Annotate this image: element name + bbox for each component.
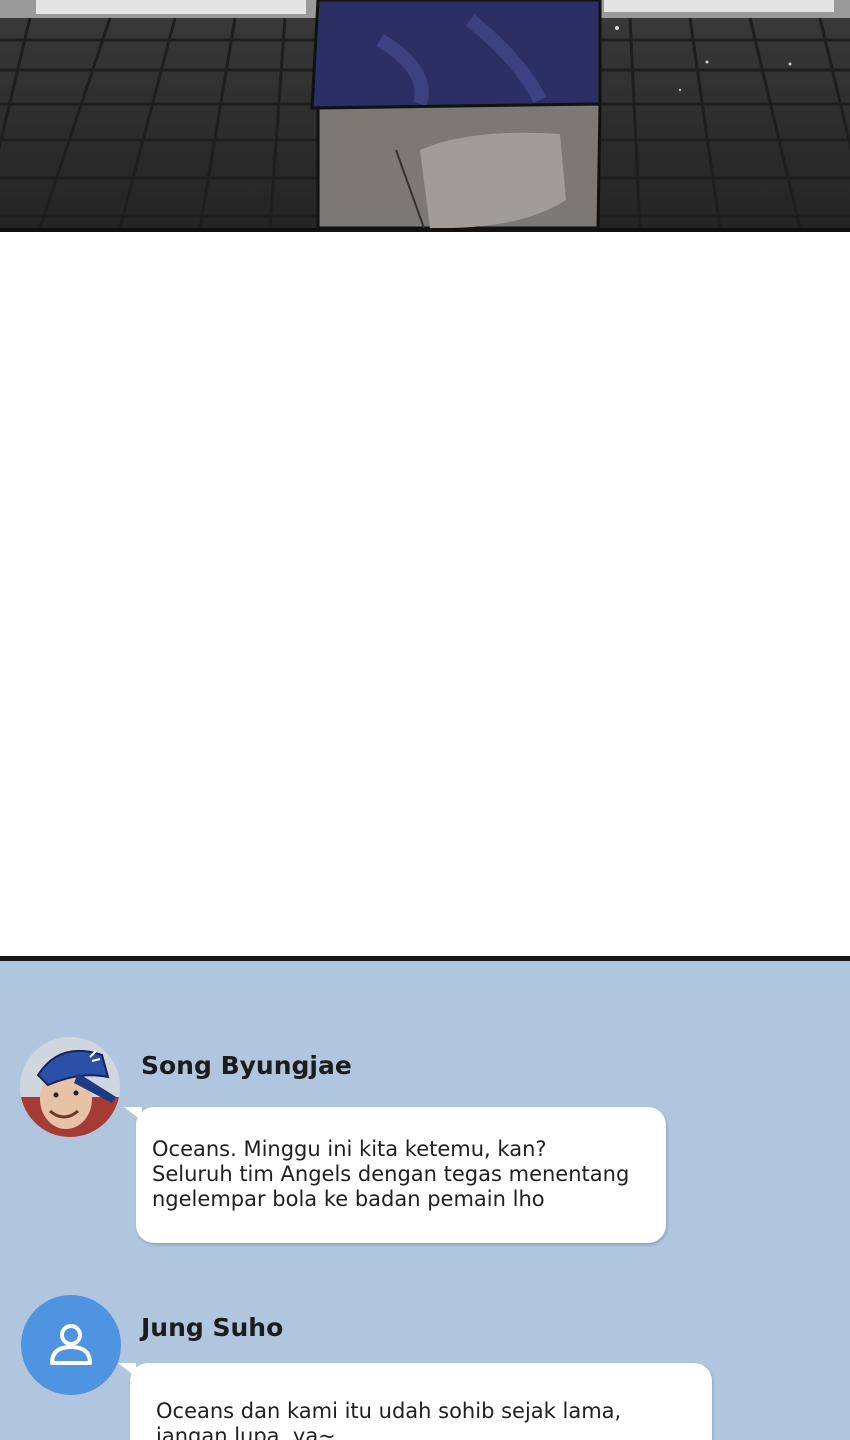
message-line: Oceans dan kami itu udah sohib sejak lam… <box>156 1399 622 1423</box>
profile-photo-blue-cap-icon <box>20 1037 120 1137</box>
bubble-tail <box>124 1107 142 1121</box>
message-line: jangan lupa, ya~ <box>156 1424 336 1440</box>
chat-panel: Song Byungjae Oceans. Minggu ini kita ke… <box>0 956 850 1440</box>
sparkle <box>705 60 709 64</box>
panel-gutter <box>0 232 850 956</box>
avatar-song-byungjae[interactable] <box>20 1037 120 1137</box>
message-text: Oceans. Minggu ini kita ketemu, kan? Sel… <box>152 1137 629 1212</box>
sparkle <box>788 62 792 66</box>
comic-illustration <box>0 0 850 228</box>
message-line: ngelempar bola ke badan pemain lho <box>152 1187 545 1211</box>
comic-panel <box>0 0 850 232</box>
sparkle <box>678 88 682 92</box>
window-right <box>604 0 834 12</box>
message-text: Oceans dan kami itu udah sohib sejak lam… <box>156 1399 621 1440</box>
avatar-jung-suho[interactable] <box>21 1295 121 1395</box>
message-line: Oceans. Minggu ini kita ketemu, kan? <box>152 1137 547 1161</box>
message-bubble: Oceans. Minggu ini kita ketemu, kan? Sel… <box>124 1107 666 1243</box>
sender-name: Jung Suho <box>141 1313 284 1342</box>
sender-name: Song Byungjae <box>141 1051 352 1080</box>
character-shirt <box>310 0 602 110</box>
window-left <box>36 0 306 14</box>
bubble-tail <box>118 1363 136 1377</box>
message-line: Seluruh tim Angels dengan tegas menentan… <box>152 1162 630 1186</box>
default-user-icon <box>50 1324 92 1365</box>
message-bubble: Oceans dan kami itu udah sohib sejak lam… <box>118 1363 712 1440</box>
sparkle <box>615 26 619 30</box>
